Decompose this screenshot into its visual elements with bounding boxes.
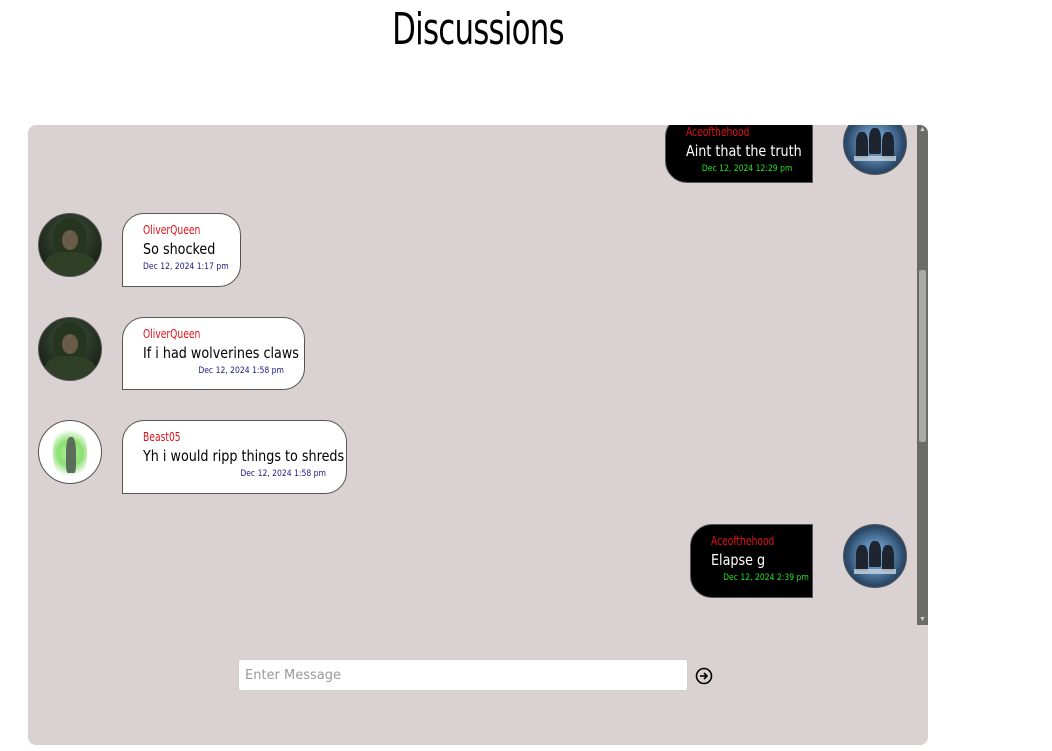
hooded-archer-avatar[interactable] <box>38 213 102 277</box>
message-text: Elapse g <box>711 551 766 569</box>
message-bubble-outgoing: Aceofthehood Aint that the truth Dec 12,… <box>665 125 813 183</box>
message-input[interactable] <box>238 659 688 691</box>
message-bubble-incoming: Beast05 Yh i would ripp things to shreds… <box>122 420 347 494</box>
message-text: Yh i would ripp things to shreds <box>143 447 345 465</box>
message-list-scrollbar[interactable]: ▲ ▼ <box>917 125 928 625</box>
message-author[interactable]: Aceofthehood <box>686 125 776 140</box>
green-glow-avatar[interactable] <box>38 420 102 484</box>
message-timestamp: Dec 12, 2024 2:39 pm <box>723 573 809 583</box>
message-author[interactable]: Beast05 <box>143 429 299 445</box>
scroll-up-arrow-icon[interactable]: ▲ <box>917 125 928 135</box>
hooded-archer-avatar[interactable] <box>38 317 102 381</box>
message-author[interactable]: OliverQueen <box>143 222 208 238</box>
panther-poster-avatar[interactable] <box>843 524 907 588</box>
message-timestamp: Dec 12, 2024 12:29 pm <box>701 164 793 174</box>
message-text: Aint that the truth <box>686 142 802 160</box>
panther-poster-avatar[interactable] <box>843 125 907 175</box>
message-text: If i had wolverines claws <box>143 344 299 362</box>
message-composer <box>238 659 688 691</box>
arrow-circle-right-icon[interactable] <box>695 667 713 685</box>
message-timestamp: Dec 12, 2024 1:17 pm <box>143 262 229 272</box>
scroll-down-arrow-icon[interactable]: ▼ <box>917 615 928 625</box>
page-title: Discussions <box>392 4 565 55</box>
scrollbar-thumb[interactable] <box>919 270 926 442</box>
message-bubble-incoming: OliverQueen If i had wolverines claws De… <box>122 317 305 390</box>
chat-panel: Aceofthehood Aint that the truth Dec 12,… <box>28 125 928 745</box>
message-list[interactable]: Aceofthehood Aint that the truth Dec 12,… <box>28 125 918 625</box>
message-text: So shocked <box>143 240 216 258</box>
message-author[interactable]: Aceofthehood <box>711 533 780 549</box>
message-bubble-incoming: OliverQueen So shocked Dec 12, 2024 1:17… <box>122 213 241 287</box>
message-author[interactable]: OliverQueen <box>143 326 263 342</box>
message-timestamp: Dec 12, 2024 1:58 pm <box>240 469 326 479</box>
message-timestamp: Dec 12, 2024 1:58 pm <box>198 366 284 376</box>
message-bubble-outgoing: Aceofthehood Elapse g Dec 12, 2024 2:39 … <box>690 524 813 598</box>
